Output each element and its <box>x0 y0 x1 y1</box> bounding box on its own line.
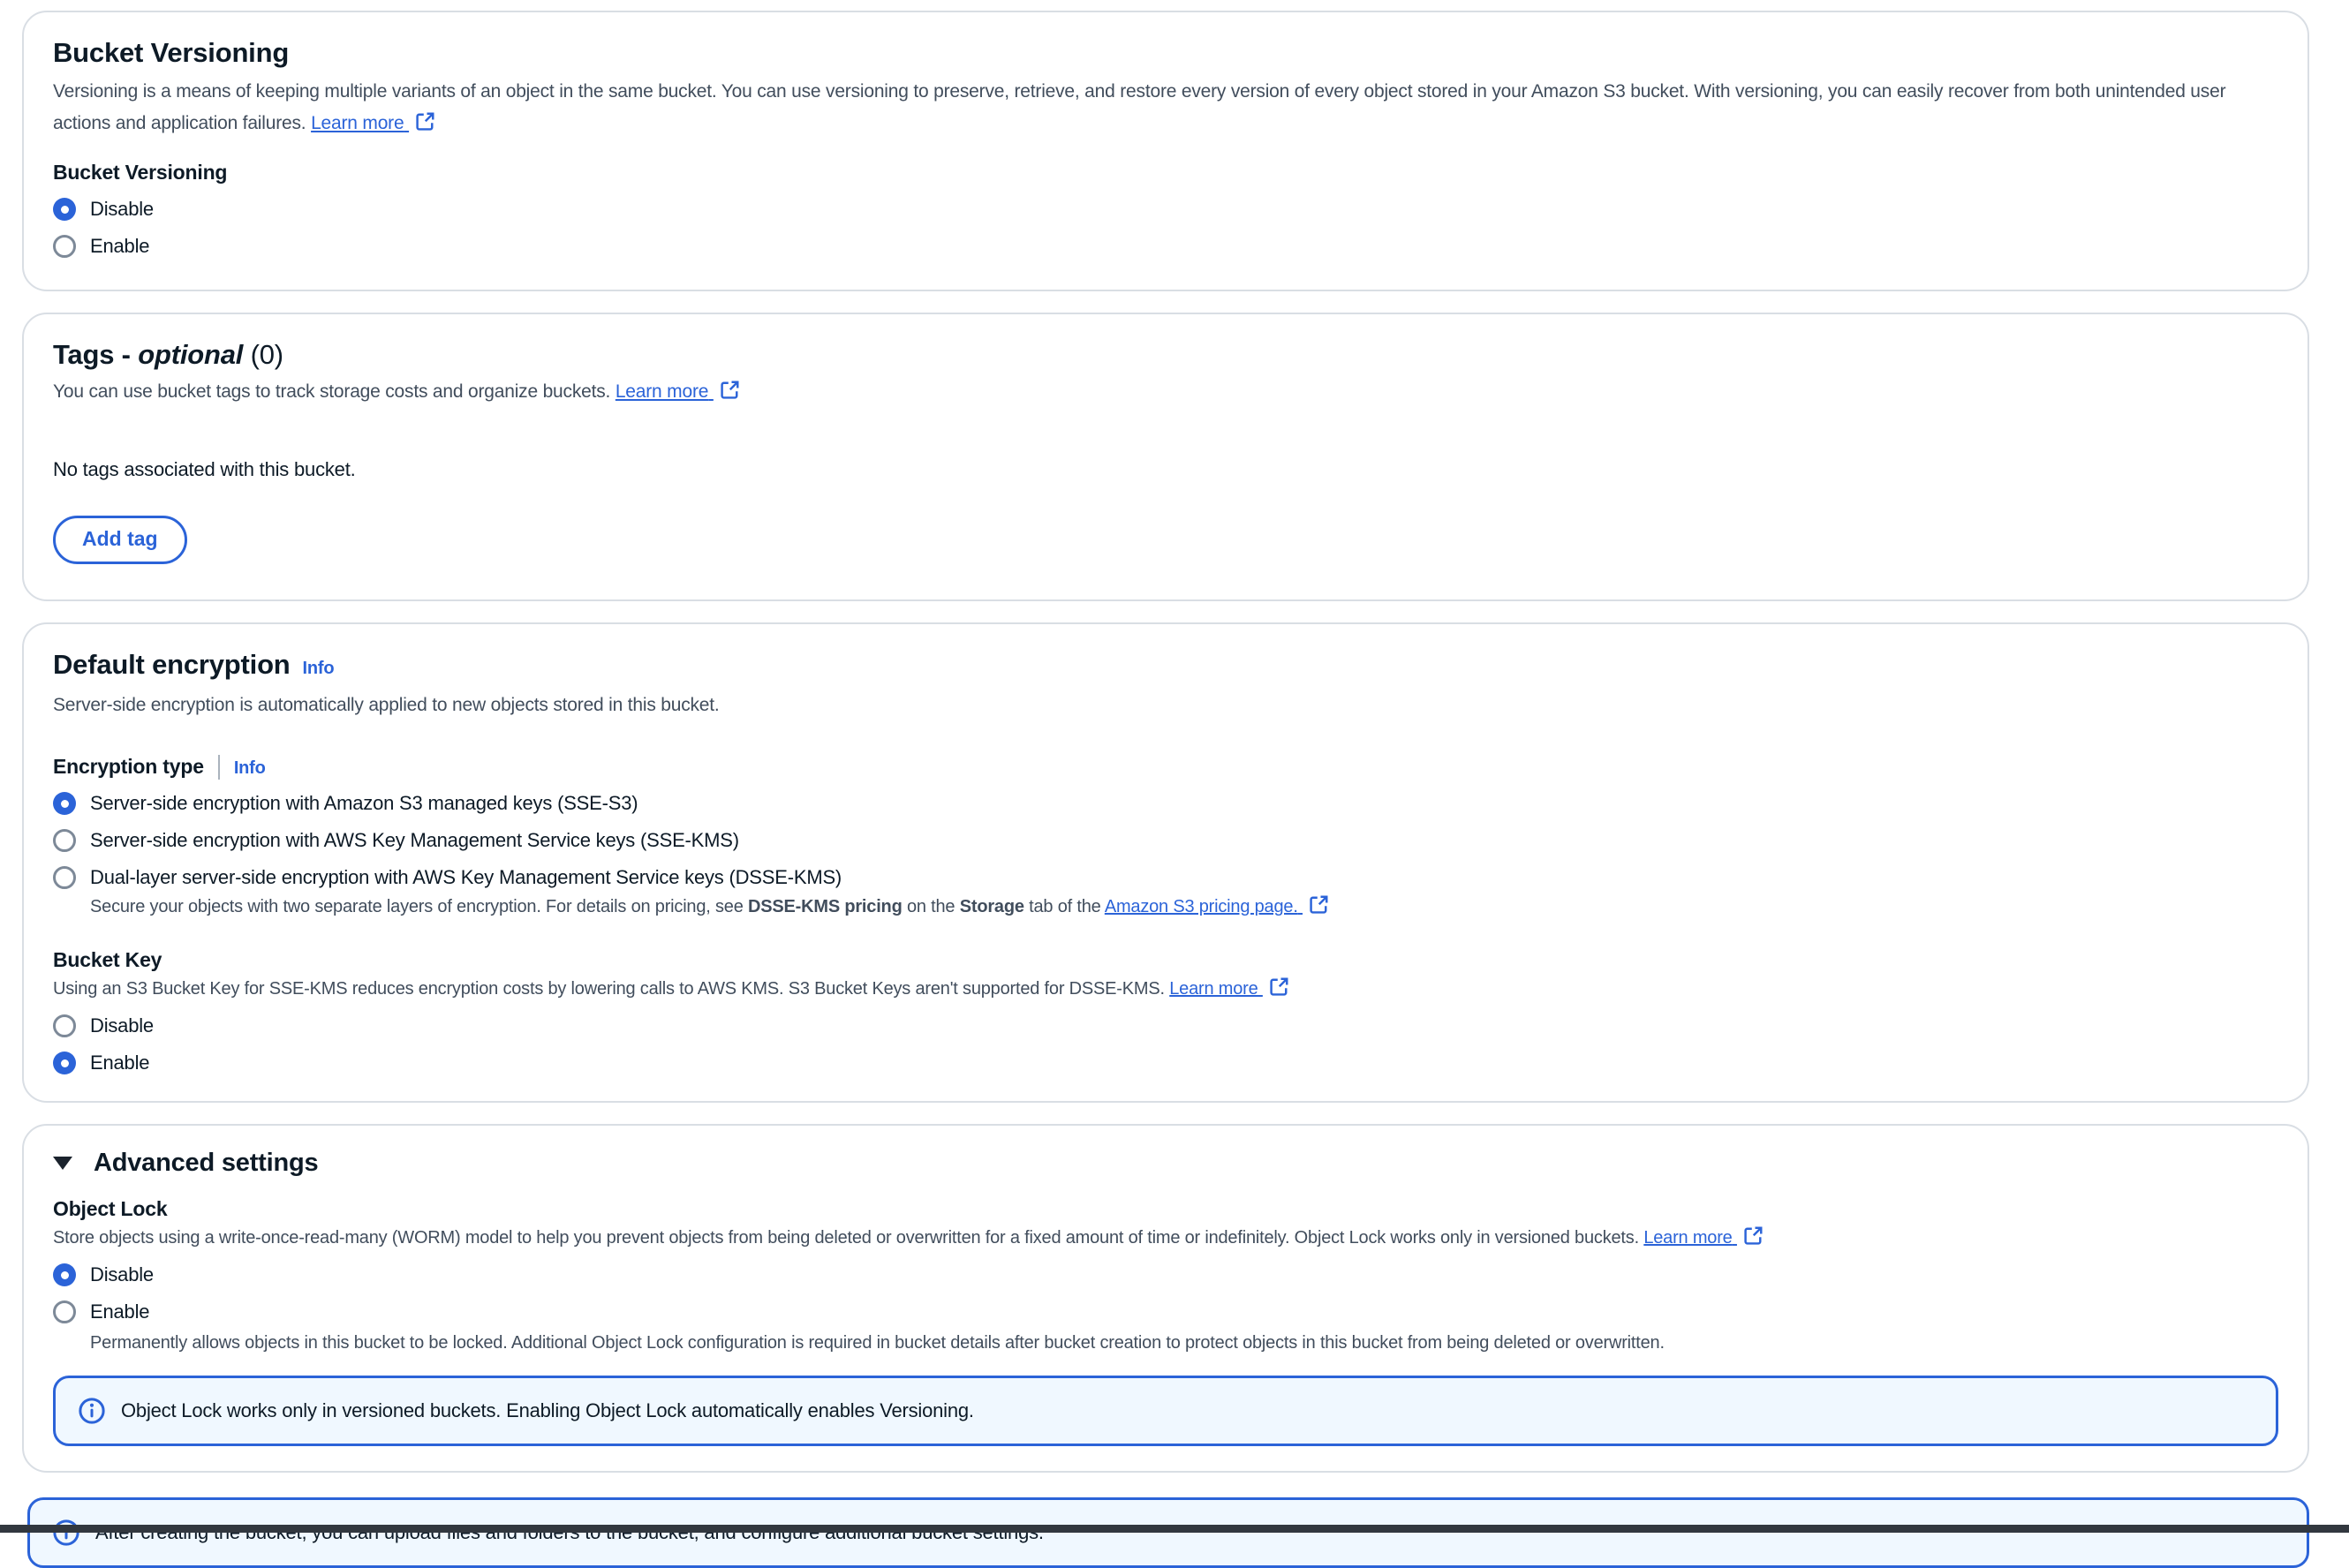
external-link-icon <box>1743 1225 1764 1246</box>
radio-selected-icon[interactable] <box>53 1263 76 1286</box>
description-text: Store objects using a write-once-read-ma… <box>53 1228 1639 1248</box>
info-icon <box>53 1519 79 1546</box>
radio-label: Enable <box>90 1299 149 1325</box>
radio-label: Server-side encryption with Amazon S3 ma… <box>90 790 638 817</box>
radio-unselected-icon[interactable] <box>53 235 76 258</box>
object-lock-description: Store objects using a write-once-read-ma… <box>53 1225 2278 1251</box>
radio-label: Dual-layer server-side encryption with A… <box>90 864 842 891</box>
alert-message: Object Lock works only in versioned buck… <box>121 1398 974 1424</box>
object-lock-enable-note: Permanently allows objects in this bucke… <box>90 1331 1671 1356</box>
radio-selected-icon[interactable] <box>53 198 76 221</box>
advanced-settings-title: Advanced settings <box>94 1149 318 1178</box>
default-encryption-description: Server-side encryption is automatically … <box>53 690 2278 721</box>
note-text: on the <box>903 897 960 916</box>
radio-selected-icon[interactable] <box>53 1052 76 1074</box>
external-link-icon <box>1309 894 1329 915</box>
radio-selected-icon[interactable] <box>53 792 76 815</box>
bucket-versioning-field-label: Bucket Versioning <box>53 159 2278 185</box>
external-link-icon <box>720 380 740 400</box>
alert-message: After creating the bucket, you can uploa… <box>95 1519 1044 1546</box>
window-bottom-edge <box>0 1525 2349 1533</box>
bucket-key-label: Bucket Key <box>53 946 2278 973</box>
radio-label: Disable <box>90 1013 154 1039</box>
radio-label: Enable <box>90 233 149 260</box>
radio-encryption-dsse-kms[interactable]: Dual-layer server-side encryption with A… <box>53 864 2278 891</box>
bucket-create-settings-page: Bucket Versioning Versioning is a means … <box>0 0 2349 1568</box>
radio-bucket-versioning-enable[interactable]: Enable <box>53 233 2278 260</box>
learn-more-link[interactable]: Learn more <box>1643 1228 1764 1248</box>
radio-unselected-icon[interactable] <box>53 1014 76 1037</box>
radio-unselected-icon[interactable] <box>53 866 76 889</box>
caret-down-icon <box>53 1157 72 1170</box>
default-encryption-card: Default encryption Info Server-side encr… <box>22 622 2309 1103</box>
bucket-key-description: Using an S3 Bucket Key for SSE-KMS reduc… <box>53 976 2278 1002</box>
tags-card: Tags - optional (0) You can use bucket t… <box>22 313 2309 601</box>
object-lock-info-alert: Object Lock works only in versioned buck… <box>53 1376 2278 1446</box>
note-bold: DSSE-KMS pricing <box>748 897 903 916</box>
radio-label: Enable <box>90 1050 149 1076</box>
learn-more-label: Learn more <box>311 113 404 133</box>
info-link[interactable]: Info <box>303 659 335 679</box>
learn-more-label: Learn more <box>1643 1228 1732 1248</box>
bucket-versioning-title: Bucket Versioning <box>53 35 2278 71</box>
tags-count: (0) <box>251 339 283 370</box>
add-tag-button[interactable]: Add tag <box>53 516 187 564</box>
radio-bucket-versioning-disable[interactable]: Disable <box>53 196 2278 222</box>
dsse-kms-note: Secure your objects with two separate la… <box>90 894 2278 920</box>
learn-more-link[interactable]: Learn more <box>616 381 740 402</box>
bucket-versioning-card: Bucket Versioning Versioning is a means … <box>22 11 2309 291</box>
tags-title-optional: optional <box>138 339 243 370</box>
pricing-page-link[interactable]: Amazon S3 pricing page. <box>1105 897 1329 916</box>
radio-unselected-icon[interactable] <box>53 829 76 852</box>
info-link[interactable]: Info <box>234 758 266 778</box>
external-link-icon <box>1269 976 1289 997</box>
note-text: Secure your objects with two separate la… <box>90 897 748 916</box>
note-text: tab of the <box>1024 897 1105 916</box>
radio-encryption-sse-kms[interactable]: Server-side encryption with AWS Key Mana… <box>53 827 2278 854</box>
radio-bucket-key-disable[interactable]: Disable <box>53 1013 2278 1039</box>
external-link-icon <box>415 111 435 132</box>
radio-encryption-sse-s3[interactable]: Server-side encryption with Amazon S3 ma… <box>53 790 2278 817</box>
radio-label: Server-side encryption with AWS Key Mana… <box>90 827 739 854</box>
radio-bucket-key-enable[interactable]: Enable <box>53 1050 2278 1076</box>
encryption-type-label: Encryption type <box>53 755 204 778</box>
bucket-versioning-description: Versioning is a means of keeping multipl… <box>53 76 2278 139</box>
default-encryption-title: Default encryption <box>53 647 291 682</box>
encryption-type-label-row: Encryption type Info <box>53 753 2278 780</box>
learn-more-link[interactable]: Learn more <box>1169 979 1289 999</box>
learn-more-label: Learn more <box>1169 979 1258 999</box>
tags-empty-message: No tags associated with this bucket. <box>53 454 2278 486</box>
radio-object-lock-enable[interactable]: Enable <box>53 1299 2278 1325</box>
tags-description: You can use bucket tags to track storage… <box>53 376 2278 408</box>
radio-unselected-icon[interactable] <box>53 1300 76 1323</box>
learn-more-label: Learn more <box>616 381 708 402</box>
note-bold: Storage <box>960 897 1024 916</box>
tags-title: Tags - optional (0) <box>53 337 283 373</box>
info-icon <box>79 1398 105 1424</box>
object-lock-label: Object Lock <box>53 1195 2278 1222</box>
tags-title-prefix: Tags - <box>53 339 131 370</box>
learn-more-link[interactable]: Learn more <box>311 113 435 133</box>
advanced-settings-card: Advanced settings Object Lock Store obje… <box>22 1124 2309 1473</box>
description-text: Using an S3 Bucket Key for SSE-KMS reduc… <box>53 979 1165 999</box>
post-create-info-alert: After creating the bucket, you can uploa… <box>27 1497 2309 1568</box>
description-text: You can use bucket tags to track storage… <box>53 381 610 402</box>
label-divider <box>218 755 220 780</box>
radio-label: Disable <box>90 1262 154 1288</box>
radio-label: Disable <box>90 196 154 222</box>
pricing-page-label: Amazon S3 pricing page. <box>1105 897 1298 916</box>
advanced-settings-expander[interactable]: Advanced settings <box>53 1149 2278 1178</box>
radio-object-lock-disable[interactable]: Disable <box>53 1262 2278 1288</box>
